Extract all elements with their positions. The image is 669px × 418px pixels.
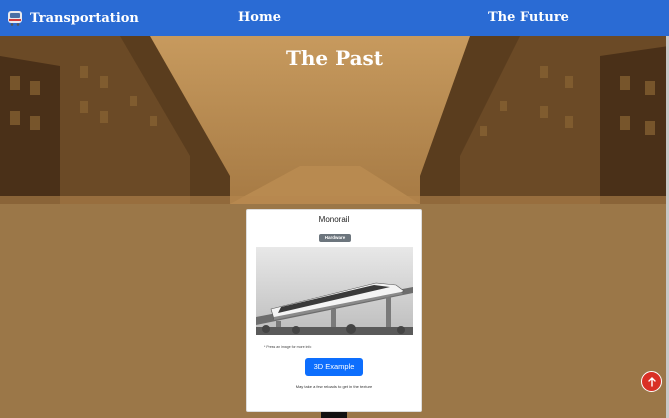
brand-label: Transportation — [30, 10, 139, 26]
reload-note: May take a few reloads to get in the tex… — [295, 384, 373, 389]
vehicle-card: Monorail Hardware * Press an image for m… — [246, 209, 422, 412]
tram-icon — [6, 9, 24, 27]
category-badge: Hardware — [319, 234, 351, 242]
bottom-tab[interactable] — [321, 412, 347, 418]
brand-link[interactable]: Transportation — [6, 0, 139, 36]
nav-link-future[interactable]: The Future — [488, 0, 569, 36]
card-title: Monorail — [318, 215, 350, 224]
hint-text: * Press an image for more info — [264, 345, 312, 349]
hero-banner: The Past — [0, 36, 669, 204]
nav-link-home[interactable]: Home — [238, 0, 281, 36]
navbar: Transportation Home The Future — [0, 0, 669, 36]
arrow-up-icon — [647, 376, 656, 387]
3d-example-button[interactable]: 3D Example — [305, 358, 363, 376]
page-title: The Past — [285, 46, 384, 70]
monorail-image[interactable] — [256, 247, 413, 335]
scroll-to-top-button[interactable] — [641, 371, 662, 392]
